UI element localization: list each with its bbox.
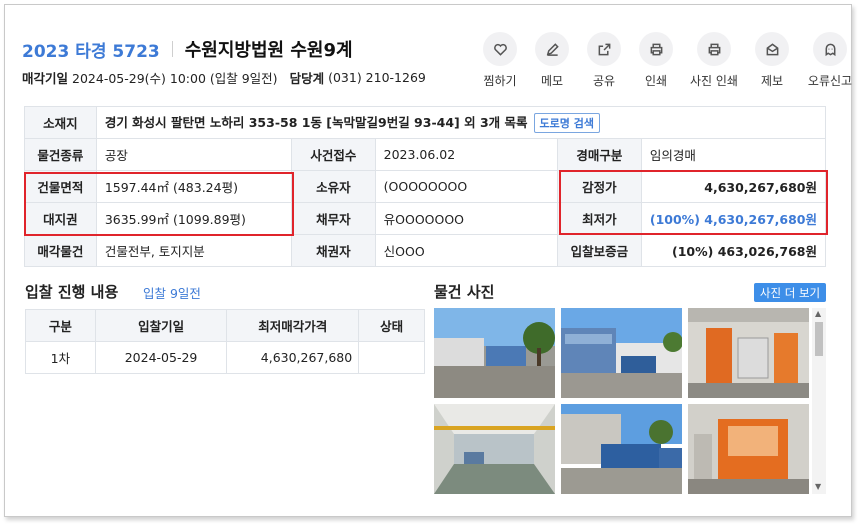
printer-icon [650,43,662,55]
print-button[interactable]: 인쇄 [630,32,682,89]
owner-label: 소유자 [291,170,376,203]
printer-icon [708,43,720,55]
deposit-value: (10%) 463,026,768원 [640,234,827,267]
more-photos-button[interactable]: 사진 더 보기 [754,283,826,302]
auction-type-label: 경매구분 [557,138,642,171]
share-button[interactable]: 공유 [578,32,630,89]
table-row: 매각물건 건물전부, 토지지분 채권자 신OOO 입찰보증금 (10%) 463… [24,234,827,267]
photo-thumbnail[interactable] [561,404,682,494]
case-received-label: 사건접수 [291,138,376,171]
report-label: 제보 [760,74,784,88]
scroll-down-icon[interactable]: ▼ [815,482,821,491]
col-header-date: 입찰기일 [94,309,228,342]
photo-thumbnail[interactable] [434,308,555,398]
share-icon [598,43,610,55]
sale-item-label: 매각물건 [24,234,97,267]
report-button[interactable]: 제보 [746,32,798,89]
photo-print-button[interactable]: 사진 인쇄 [682,32,746,89]
case-number[interactable]: 2023 타경 5723 [22,37,160,62]
mail-icon [766,42,778,55]
scrollbar-thumb[interactable] [815,322,823,356]
auction-type-value: 임의경매 [640,138,827,171]
print-label: 인쇄 [644,74,668,88]
sale-item-value: 건물전부, 토지지분 [95,234,293,267]
location-cell: 경기 화성시 팔탄면 노하리 353-58 1동 [녹막말길9번길 93-44]… [95,106,827,139]
creditor-value: 신OOO [374,234,559,267]
photo-thumbnail[interactable] [688,308,809,398]
photo-thumbnail[interactable] [561,308,682,398]
action-bar: 찜하기 메모 공유 인쇄 사진 인쇄 제보 오류신고 [474,32,862,89]
bid-status [358,341,425,374]
memo-label: 메모 [540,74,564,88]
type-value: 공장 [95,138,293,171]
table-row: 물건종류 공장 사건접수 2023.06.02 경매구분 임의경매 [24,138,827,171]
memo-button[interactable]: 메모 [526,32,578,89]
bid-table: 구분 입찰기일 최저매각가격 상태 1차 2024-05-29 4,630,26… [25,309,425,374]
photo-section-title: 물건 사진 [434,283,495,301]
ghost-icon [825,43,835,56]
case-received-value: 2023.06.02 [374,138,559,171]
col-header-status: 상태 [358,309,425,342]
col-header-round: 구분 [25,309,96,342]
highlight-price-box [559,170,828,235]
bid-price: 4,630,267,680 [226,341,360,374]
title-row: 2023 타경 5723 수원지방법원 수원9계 [22,36,353,62]
bid-round: 1차 [25,341,96,374]
error-report-button[interactable]: 오류신고 [798,32,862,89]
bid-section-subtitle: 입찰 9일전 [143,286,201,301]
photo-scrollbar[interactable]: ▲ ▼ [812,308,826,494]
sale-date-label: 매각기일 [22,71,69,86]
debtor-value: 유OOOOOOO [374,202,559,235]
contact-label: 담당계 [289,71,325,86]
table-header-row: 구분 입찰기일 최저매각가격 상태 [25,309,425,342]
road-search-button[interactable]: 도로명 검색 [533,113,600,133]
photo-gallery [434,308,826,494]
title-divider [171,41,173,57]
deposit-label: 입찰보증금 [557,234,642,267]
heart-icon [493,43,507,56]
meta-row: 매각기일 2024-05-29(수) 10:00 (입찰 9일전) 담당계 (0… [22,68,426,87]
photo-thumbnail[interactable] [688,404,809,494]
bid-date: 2024-05-29 [94,341,228,374]
sale-date-value: 2024-05-29(수) 10:00 (입찰 9일전) [72,71,278,86]
owner-value: (OOOOOOOO [374,170,559,203]
col-header-price: 최저매각가격 [226,309,360,342]
bookmark-button[interactable]: 찜하기 [474,32,526,89]
share-label: 공유 [592,74,616,88]
photo-thumbnail[interactable] [434,404,555,494]
scroll-up-icon[interactable]: ▲ [815,309,821,318]
type-label: 물건종류 [24,138,97,171]
bookmark-label: 찜하기 [483,74,517,88]
location-value: 경기 화성시 팔탄면 노하리 353-58 1동 [녹막말길9번길 93-44]… [104,115,528,130]
error-report-label: 오류신고 [807,74,853,88]
pencil-icon [546,42,559,56]
table-row: 1차 2024-05-29 4,630,267,680 [25,341,425,374]
contact-value: (031) 210-1269 [328,70,426,85]
bid-section-title: 입찰 진행 내용 [25,283,119,301]
court-name: 수원지방법원 수원9계 [184,40,353,61]
creditor-label: 채권자 [291,234,376,267]
debtor-label: 채무자 [291,202,376,235]
photo-print-label: 사진 인쇄 [690,74,738,88]
location-label: 소재지 [24,106,97,139]
highlight-area-box [24,172,294,236]
table-row: 소재지 경기 화성시 팔탄면 노하리 353-58 1동 [녹막말길9번길 93… [24,106,827,139]
